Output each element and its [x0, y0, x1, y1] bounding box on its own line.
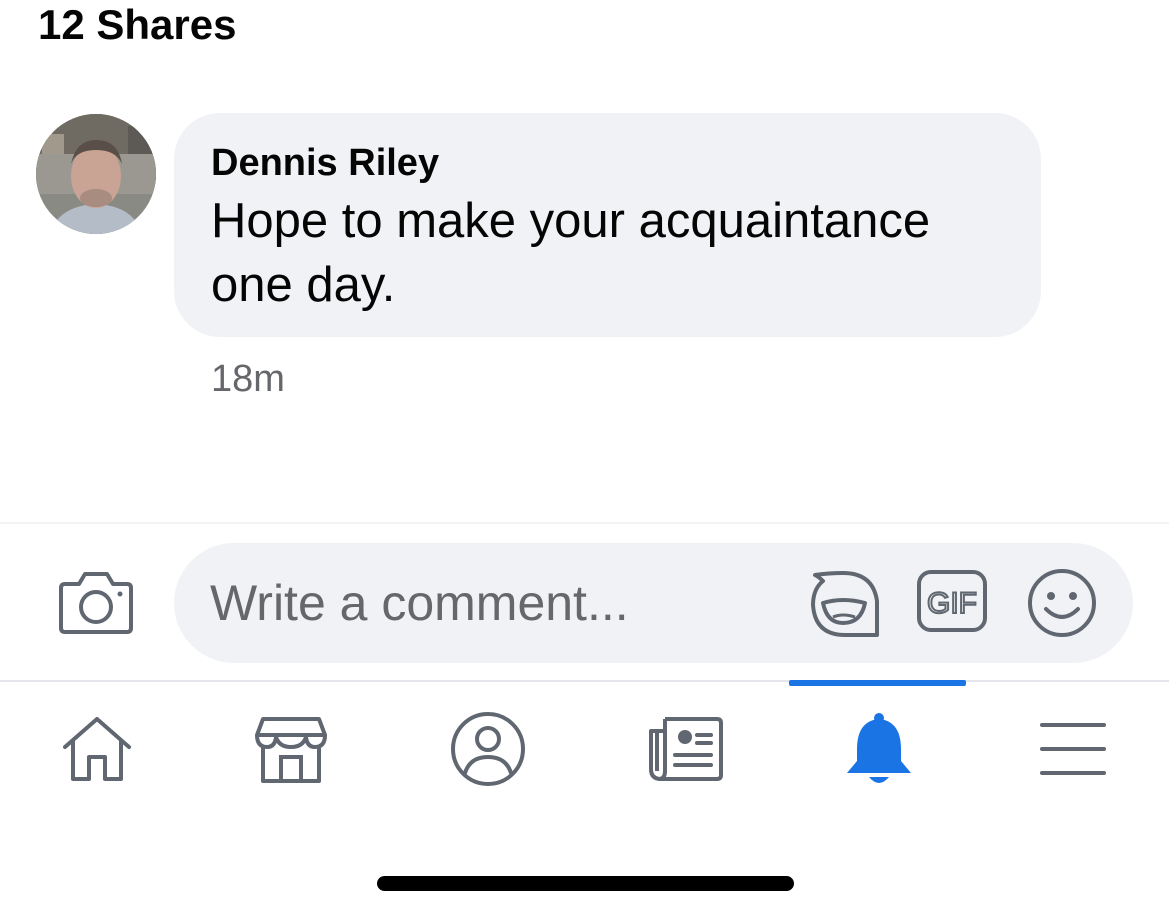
menu-icon — [1040, 723, 1106, 775]
tab-notifications[interactable] — [834, 706, 924, 792]
tabbar-divider — [0, 680, 1169, 682]
avatar-photo — [36, 114, 156, 234]
comment-timestamp[interactable]: 18m — [211, 356, 285, 402]
emoji-icon — [1028, 569, 1096, 637]
camera-icon — [59, 572, 133, 634]
tab-home[interactable] — [52, 706, 142, 792]
shares-count[interactable]: 12 Shares — [38, 0, 236, 50]
active-tab-indicator — [789, 680, 966, 686]
camera-button[interactable] — [57, 568, 135, 638]
tab-news[interactable] — [640, 706, 730, 792]
marketplace-icon — [255, 717, 327, 783]
sticker-button[interactable] — [807, 567, 883, 646]
gif-icon: GIF — [917, 570, 987, 632]
tab-profile[interactable] — [443, 706, 533, 792]
home-indicator[interactable] — [377, 876, 794, 891]
sticker-icon — [811, 571, 879, 637]
tab-marketplace[interactable] — [246, 706, 336, 792]
comment-text: Hope to make your acquaintance one day. — [211, 194, 931, 312]
gif-label: GIF — [927, 587, 977, 620]
tab-menu[interactable] — [1028, 706, 1118, 792]
news-icon — [649, 717, 723, 781]
bell-icon — [847, 713, 911, 783]
home-icon — [63, 717, 131, 781]
avatar[interactable] — [36, 114, 156, 234]
gif-button[interactable]: GIF — [916, 567, 988, 640]
comment-composer[interactable]: GIF — [174, 543, 1133, 663]
profile-icon — [451, 712, 525, 786]
comment-bubble[interactable]: Dennis Riley Hope to make your acquainta… — [174, 113, 1041, 337]
comment-author[interactable]: Dennis Riley — [211, 139, 1005, 187]
comment-input[interactable] — [210, 543, 790, 663]
emoji-button[interactable] — [1026, 567, 1098, 644]
composer-divider — [0, 522, 1169, 524]
